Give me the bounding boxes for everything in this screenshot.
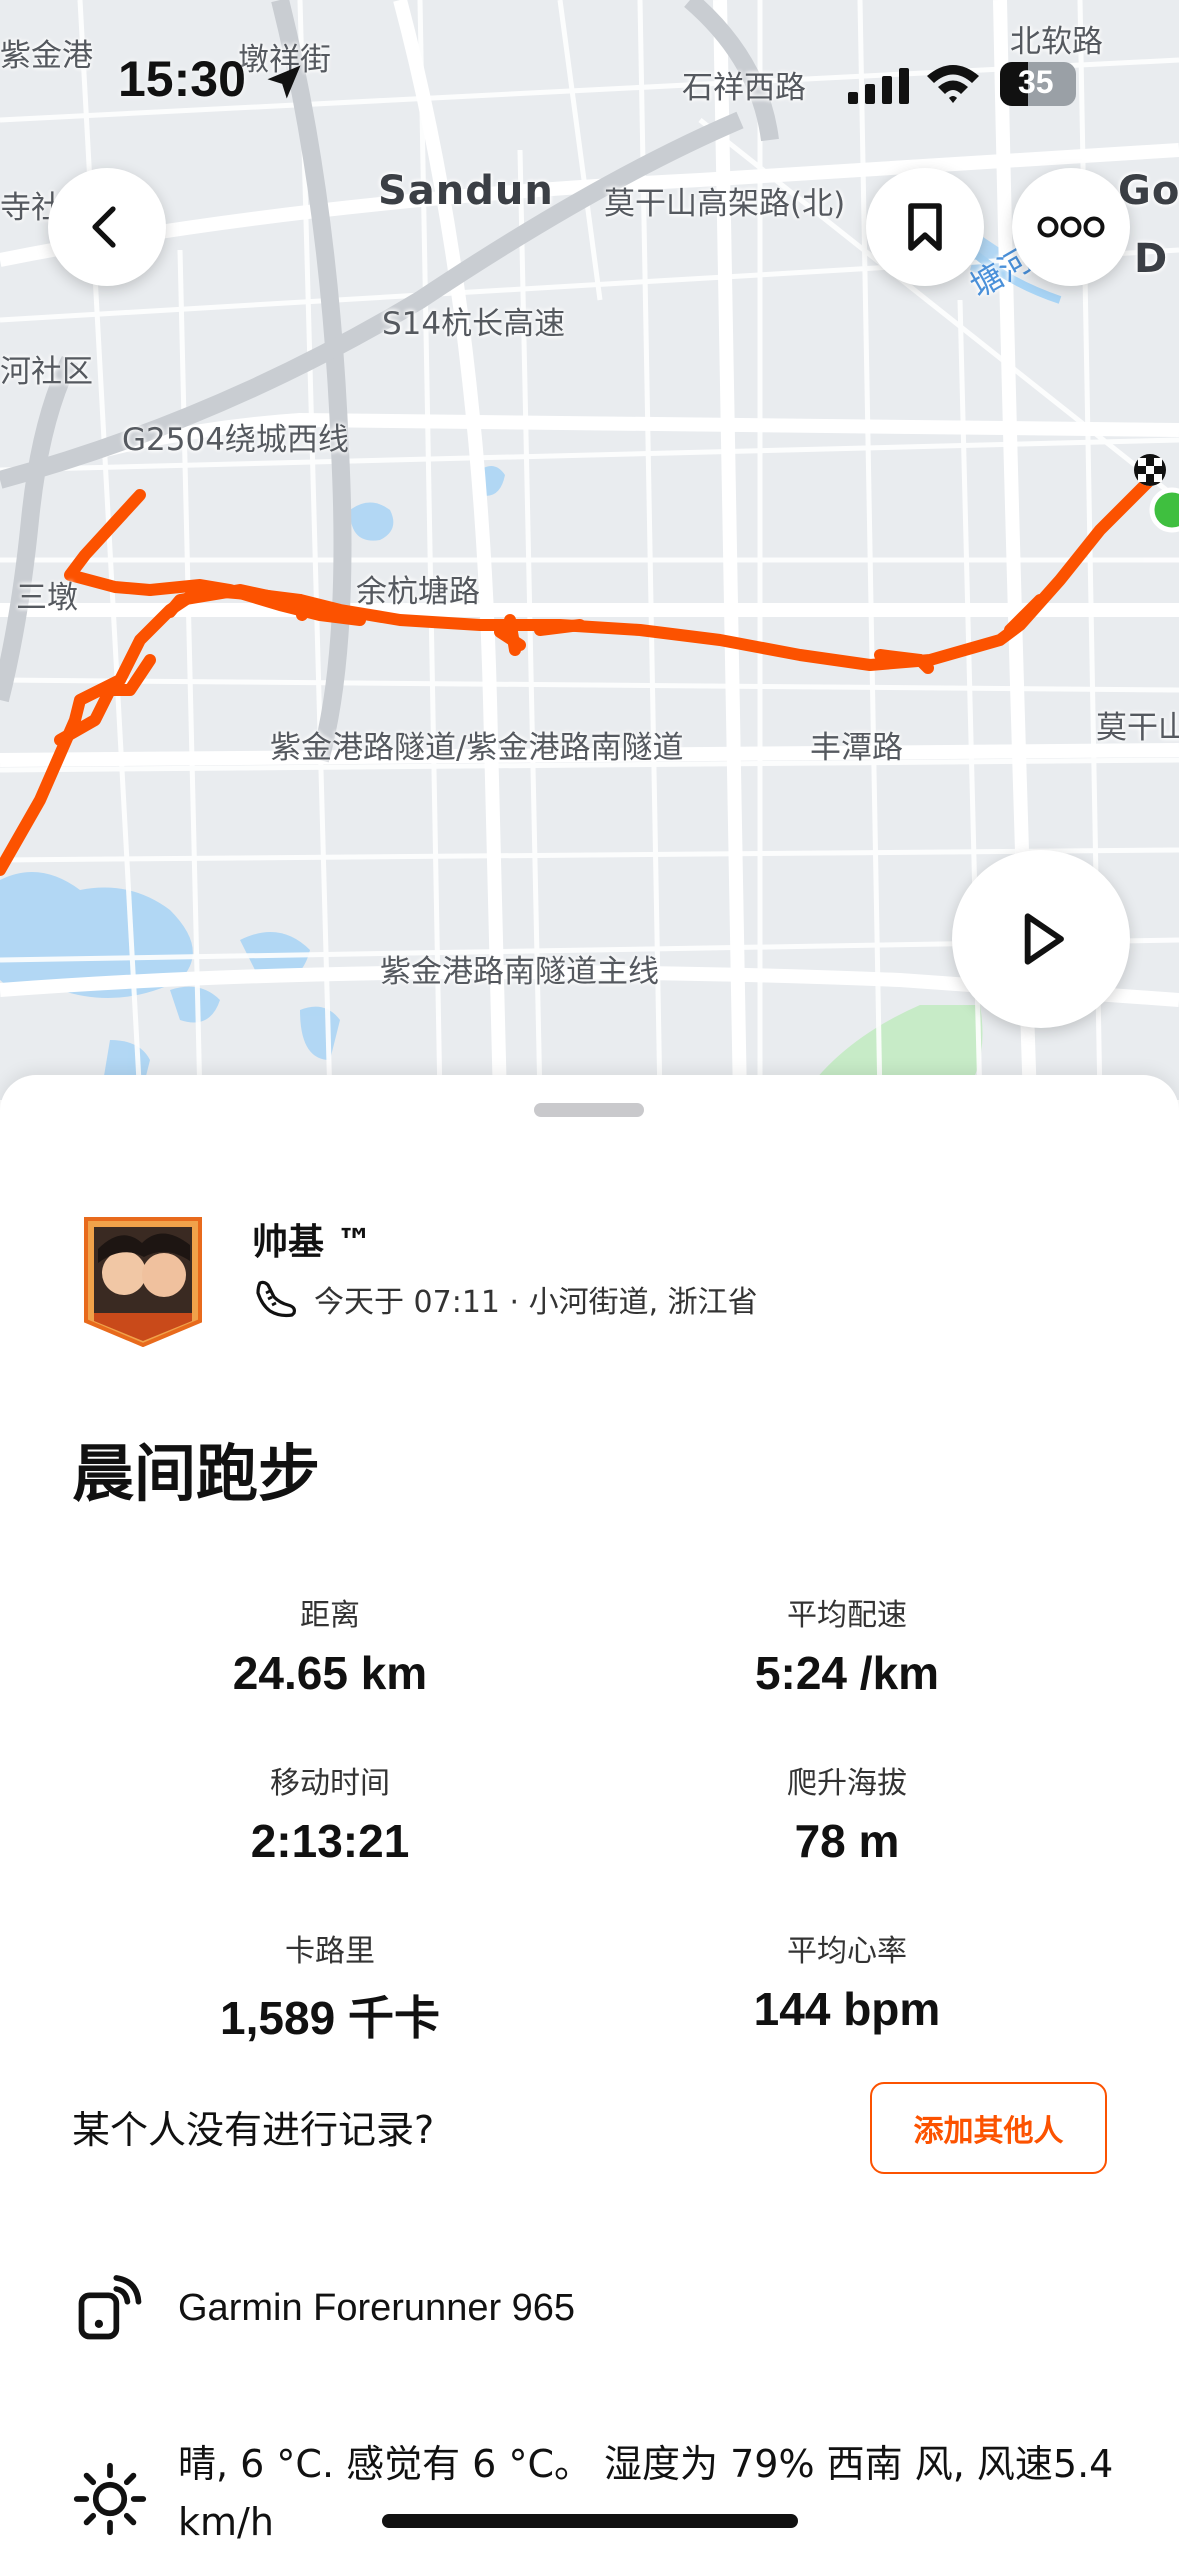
stat-label: 卡路里 — [285, 1934, 375, 1969]
map-label: D — [1134, 236, 1169, 282]
add-others-button[interactable]: 添加其他人 — [870, 2082, 1107, 2174]
map-label: 莫干山 — [1096, 710, 1179, 746]
play-icon — [1024, 913, 1064, 965]
stat-label: 平均心率 — [787, 1934, 907, 1969]
avatar[interactable] — [82, 1215, 204, 1347]
map-label: Go — [1118, 168, 1179, 214]
map-label: 河社区 — [0, 354, 93, 390]
status-bar: 15:30 35 — [0, 0, 1179, 150]
location-arrow-icon — [267, 65, 301, 99]
signal-icon — [848, 68, 909, 104]
stat-calories: 卡路里 1,589 千卡 — [110, 1926, 550, 2048]
activity-sheet[interactable]: 帅基 ™ 今天于 07:11 · 小河街道, 浙江省 晨间跑步 距离 24.65… — [0, 1075, 1179, 2556]
battery-level: 35 — [1018, 64, 1054, 100]
wifi-icon — [927, 65, 979, 103]
stat-value: 78 m — [794, 1815, 900, 1867]
more-icon — [1037, 216, 1105, 238]
stat-elevation-gain: 爬升海拔 78 m — [627, 1758, 1067, 1868]
home-indicator[interactable] — [382, 2514, 798, 2528]
status-time: 15:30 — [118, 51, 246, 107]
activity-title: 晨间跑步 — [72, 1437, 321, 1510]
device-icon — [78, 2275, 142, 2340]
bookmark-icon — [908, 203, 942, 251]
sheet-grabber[interactable] — [534, 1103, 644, 1117]
add-others-prompt: 某个人没有进行记录? — [72, 2108, 435, 2152]
map-label: 莫干山高架路(北) — [604, 186, 846, 222]
stat-label: 距离 — [300, 1598, 360, 1633]
map-label: Sandun — [378, 168, 554, 214]
stat-label: 移动时间 — [270, 1766, 390, 1801]
map-label: G2504绕城西线 — [122, 422, 349, 458]
activity-meta: 今天于 07:11 · 小河街道, 浙江省 — [252, 1275, 758, 1323]
weather-row: 晴, 6 °C. 感觉有 6 °C。 湿度为 79% 西南 风, 风速5.4 k… — [72, 2435, 1138, 2551]
map-label: 紫金港路隧道/紫金港路南隧道 — [270, 730, 684, 766]
map-label: 丰潭路 — [810, 730, 903, 766]
bookmark-button[interactable] — [866, 168, 984, 286]
map-label: 余杭塘路 — [356, 574, 480, 610]
stat-distance: 距离 24.65 km — [110, 1590, 550, 1700]
device-row[interactable]: Garmin Forerunner 965 — [72, 2270, 575, 2346]
more-options-button[interactable] — [1012, 168, 1130, 286]
athlete-name[interactable]: 帅基 ™ — [252, 1213, 373, 1265]
sun-icon — [73, 2462, 147, 2536]
device-name: Garmin Forerunner 965 — [178, 2286, 576, 2329]
stat-average-heart-rate: 平均心率 144 bpm — [627, 1926, 1067, 2036]
stat-value: 144 bpm — [753, 1983, 941, 2035]
activity-date-location: 今天于 07:11 · 小河街道, 浙江省 — [314, 1285, 758, 1320]
weather-summary: 晴, 6 °C. 感觉有 6 °C。 湿度为 79% 西南 风, 风速5.4 k… — [178, 2442, 1114, 2544]
play-flyover-button[interactable] — [952, 850, 1130, 1028]
map-label: 紫金港路南隧道主线 — [380, 954, 659, 990]
stat-value: 24.65 km — [232, 1647, 428, 1699]
stat-value: 5:24 /km — [754, 1647, 940, 1699]
battery-icon: 35 — [1000, 62, 1076, 106]
back-button[interactable] — [48, 168, 166, 286]
map-label: S14杭长高速 — [382, 306, 566, 342]
map-label: 三墩 — [16, 580, 78, 616]
stat-value: 1,589 千卡 — [220, 1992, 440, 2044]
stat-average-pace: 平均配速 5:24 /km — [627, 1590, 1067, 1700]
route-map[interactable]: 紫金港 墩祥街 北软路 石祥西路 寺社区 Sandun 莫干山高架路(北) Go… — [0, 0, 1179, 1100]
stat-moving-time: 移动时间 2:13:21 — [110, 1758, 550, 1868]
back-chevron-icon — [92, 206, 116, 248]
shoe-icon — [256, 1280, 296, 1318]
stat-label: 爬升海拔 — [787, 1766, 907, 1801]
stat-label: 平均配速 — [787, 1598, 907, 1633]
stat-value: 2:13:21 — [250, 1815, 410, 1867]
